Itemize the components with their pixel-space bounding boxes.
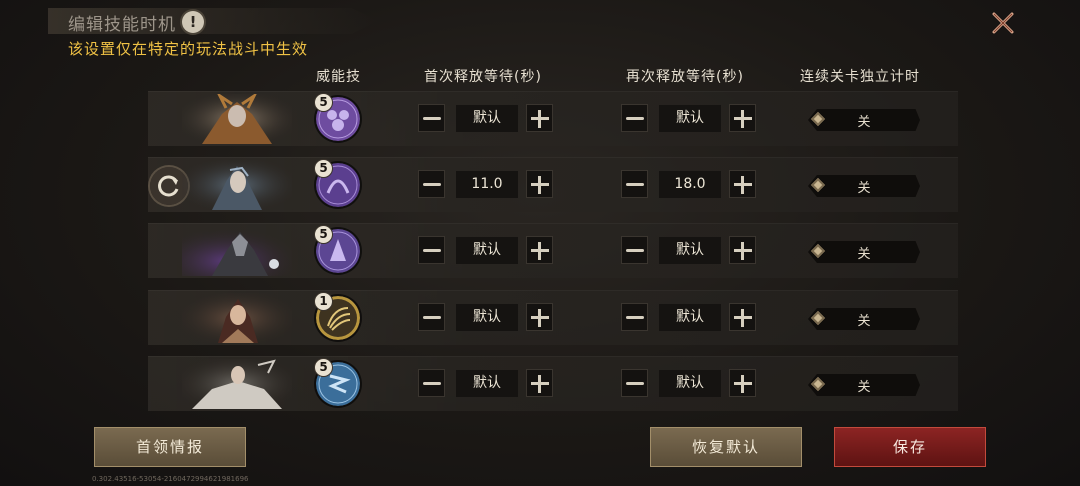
hero-portrait-icon: [182, 293, 292, 343]
increment-button[interactable]: [729, 236, 756, 264]
toggle-label: 关: [857, 247, 871, 262]
stage-timer-toggle[interactable]: 关: [808, 175, 920, 197]
save-button[interactable]: 保存: [834, 427, 986, 467]
first-wait-value: 默认: [456, 105, 518, 132]
version-text: 0.302.43516-53054-2160472994621981696: [92, 475, 249, 483]
stage-timer-toggle[interactable]: 关: [808, 308, 920, 330]
second-wait-value: 默认: [659, 370, 721, 397]
increment-button[interactable]: [526, 170, 553, 198]
title-bar: 编辑技能时机 !: [0, 0, 420, 36]
decrement-button[interactable]: [621, 170, 648, 198]
stage-timer-toggle[interactable]: 关: [808, 241, 920, 263]
column-header-stage-timer: 连续关卡独立计时: [800, 69, 920, 85]
increment-button[interactable]: [729, 104, 756, 132]
second-wait-value: 默认: [659, 105, 721, 132]
boss-intel-button[interactable]: 首领情报: [94, 427, 246, 467]
skill-level-badge: 5: [314, 358, 333, 377]
first-wait-value: 默认: [456, 370, 518, 397]
increment-button[interactable]: [729, 170, 756, 198]
decrement-button[interactable]: [418, 303, 445, 331]
hero-row: 5 默认 默认 关: [148, 91, 958, 146]
first-wait-value: 默认: [456, 237, 518, 264]
hero-portrait-icon: [182, 160, 292, 210]
column-header-second-wait: 再次释放等待(秒): [626, 69, 744, 85]
toggle-label: 关: [857, 181, 871, 196]
first-wait-value: 11.0: [456, 171, 518, 198]
increment-button[interactable]: [729, 369, 756, 397]
decrement-button[interactable]: [418, 170, 445, 198]
increment-button[interactable]: [526, 303, 553, 331]
column-header-skill: 威能技: [316, 69, 361, 85]
skill-level-badge: 1: [314, 292, 333, 311]
skill-level-badge: 5: [314, 93, 333, 112]
close-icon[interactable]: [990, 10, 1016, 36]
decrement-button[interactable]: [621, 369, 648, 397]
decrement-button[interactable]: [418, 236, 445, 264]
toggle-label: 关: [857, 314, 871, 329]
increment-button[interactable]: [526, 236, 553, 264]
page-title: 编辑技能时机: [68, 15, 176, 35]
hero-portrait-icon: [182, 94, 292, 144]
second-wait-value: 默认: [659, 237, 721, 264]
second-wait-value: 默认: [659, 304, 721, 331]
toggle-label: 关: [857, 380, 871, 395]
hero-row: 5 默认 默认 关: [148, 356, 958, 411]
reset-default-button[interactable]: 恢复默认: [650, 427, 802, 467]
column-header-first-wait: 首次释放等待(秒): [424, 69, 542, 85]
stage-timer-toggle[interactable]: 关: [808, 109, 920, 131]
skill-level-badge: 5: [314, 159, 333, 178]
decrement-button[interactable]: [418, 104, 445, 132]
first-wait-value: 默认: [456, 304, 518, 331]
decrement-button[interactable]: [621, 303, 648, 331]
toggle-label: 关: [857, 115, 871, 130]
hero-row: 5 默认 默认 关: [148, 223, 958, 278]
decrement-button[interactable]: [418, 369, 445, 397]
second-wait-value: 18.0: [659, 171, 721, 198]
stage-timer-toggle[interactable]: 关: [808, 374, 920, 396]
increment-button[interactable]: [526, 104, 553, 132]
skill-level-badge: 5: [314, 225, 333, 244]
hero-portrait-icon: [182, 226, 292, 276]
hero-row: 5 11.0 18.0 关: [148, 157, 958, 212]
hero-row: 1 默认 默认 关: [148, 290, 958, 345]
decrement-button[interactable]: [621, 104, 648, 132]
info-icon[interactable]: !: [182, 11, 204, 33]
increment-button[interactable]: [729, 303, 756, 331]
subtitle: 该设置仅在特定的玩法战斗中生效: [68, 40, 309, 58]
increment-button[interactable]: [526, 369, 553, 397]
hero-portrait-icon: [182, 359, 292, 409]
decrement-button[interactable]: [621, 236, 648, 264]
